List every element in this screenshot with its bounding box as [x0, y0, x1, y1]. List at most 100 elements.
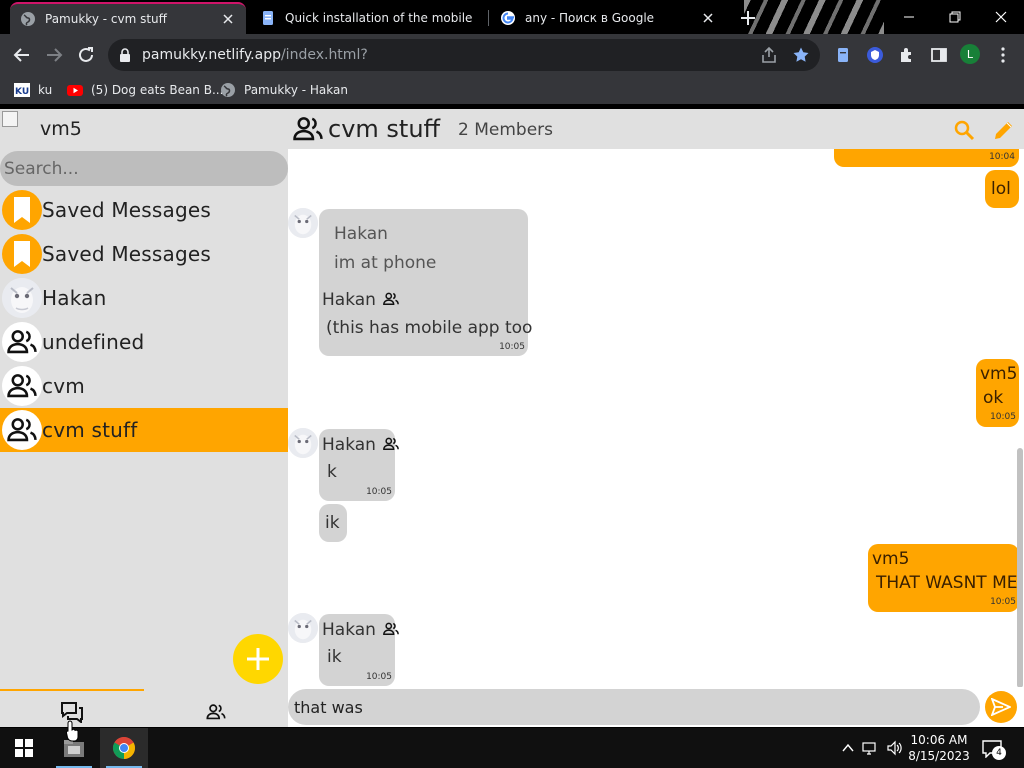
network-icon[interactable]: [862, 740, 878, 756]
close-tab-icon[interactable]: [700, 10, 716, 26]
browser-tab-pamukky[interactable]: Pamukky - cvm stuff: [10, 2, 246, 34]
bookmark-star-icon[interactable]: [792, 46, 810, 64]
restore-button[interactable]: [932, 4, 978, 30]
url-host: pamukky.netlify.app: [142, 47, 281, 63]
extension-doc-icon[interactable]: [834, 46, 852, 64]
chat-item-name: undefined: [42, 330, 145, 354]
address-bar[interactable]: pamukky.netlify.app/index.html?: [108, 39, 820, 71]
message-bubble-outgoing[interactable]: lol: [985, 170, 1019, 208]
tab-title: any - Поиск в Google: [525, 11, 655, 25]
profile-avatar[interactable]: L: [960, 44, 980, 64]
start-button[interactable]: [0, 728, 48, 768]
extension-shield-icon[interactable]: [866, 46, 884, 64]
reload-button[interactable]: [74, 43, 98, 67]
globe-icon: [220, 82, 236, 98]
chat-item-cvm[interactable]: cvm: [0, 364, 288, 408]
message-time: 10:04: [989, 152, 1015, 162]
message-bubble-outgoing[interactable]: vm5 ok 10:05: [976, 359, 1019, 427]
message-bubble-outgoing[interactable]: vm5 THAT WASNT ME 10:05: [868, 544, 1019, 612]
sidebar: vm5 Saved Messages Saved Messages Hakan: [0, 109, 288, 727]
chat-item-name: Saved Messages: [42, 198, 212, 222]
minimize-button[interactable]: [886, 4, 932, 30]
message-time: 10:05: [990, 597, 1016, 607]
send-button[interactable]: [985, 691, 1017, 723]
back-button[interactable]: [10, 43, 34, 67]
browser-toolbar: pamukky.netlify.app/index.html? L: [0, 34, 1024, 76]
clock-date: 8/15/2023: [908, 749, 970, 763]
message-sender[interactable]: Hakan: [322, 620, 401, 640]
ku-icon: KU: [14, 82, 30, 98]
chat-item-hakan[interactable]: Hakan: [0, 276, 288, 320]
action-center-button[interactable]: 4: [982, 740, 1006, 760]
share-icon[interactable]: [760, 46, 778, 64]
broken-image-icon: [2, 111, 18, 127]
system-clock[interactable]: 10:06 AM 8/15/2023: [906, 732, 972, 764]
browser-tab-google-search[interactable]: any - Поиск в Google: [490, 2, 726, 34]
url-path: /index.html?: [280, 47, 368, 63]
search-icon[interactable]: [952, 118, 976, 142]
new-chat-button[interactable]: [233, 634, 283, 684]
user-avatar[interactable]: [288, 428, 318, 458]
message-input[interactable]: [288, 689, 980, 725]
mouse-cursor-icon: [66, 720, 80, 742]
sidebar-tabs: [0, 689, 288, 727]
clock-time: 10:06 AM: [910, 733, 968, 747]
extensions-puzzle-icon[interactable]: [898, 46, 916, 64]
notification-count-badge: 4: [992, 746, 1006, 760]
user-avatar[interactable]: [288, 613, 318, 643]
bookmark-label: ku: [38, 83, 53, 97]
close-window-button[interactable]: [978, 4, 1024, 30]
active-tab-indicator: [0, 689, 144, 691]
message-time: 10:05: [366, 672, 392, 682]
message-sender: vm5: [872, 549, 910, 569]
message-list[interactable]: 10:04 lol Hakan im at phone Hakan (this …: [288, 149, 1024, 687]
message-composer: [288, 687, 1024, 727]
forward-button[interactable]: [42, 43, 66, 67]
bookmarks-bar: KU ku (5) Dog eats Bean B... Pamukky - H…: [0, 76, 1024, 104]
message-bubble-incoming[interactable]: ik: [319, 504, 347, 542]
chat-item-name: cvm stuff: [42, 418, 138, 442]
side-panel-icon[interactable]: [930, 46, 948, 64]
chat-item-saved-messages[interactable]: Saved Messages: [0, 188, 288, 232]
volume-icon[interactable]: [886, 740, 902, 756]
quote-sender: Hakan: [334, 224, 388, 244]
message-scrollbar[interactable]: [1017, 448, 1023, 688]
bookmark-ku[interactable]: KU ku: [14, 81, 52, 99]
group-icon: [290, 112, 326, 146]
message-bubble-incoming[interactable]: Hakan ik 10:05: [319, 614, 400, 686]
docs-icon: [260, 10, 276, 26]
search-input[interactable]: [0, 151, 288, 186]
message-sender[interactable]: Hakan: [322, 435, 401, 455]
message-time: 10:05: [990, 412, 1016, 422]
sidebar-header: vm5: [0, 109, 288, 151]
windows-taskbar: 10:06 AM 8/15/2023 4: [0, 728, 1024, 768]
message-bubble-incoming[interactable]: Hakan k 10:05: [319, 429, 400, 501]
contacts-tab-icon[interactable]: [204, 701, 228, 723]
message-bubble-outgoing[interactable]: 10:04: [834, 149, 1019, 167]
browser-tab-strip: Pamukky - cvm stuff Quick installation o…: [0, 0, 1024, 34]
message-text: lol: [991, 179, 1011, 199]
members-count[interactable]: 2 Members: [458, 120, 553, 140]
chat-item-cvm-stuff[interactable]: cvm stuff: [0, 408, 288, 452]
chat-item-undefined[interactable]: undefined: [0, 320, 288, 364]
url-text: pamukky.netlify.app/index.html?: [142, 47, 368, 63]
new-tab-button[interactable]: [738, 8, 758, 28]
browser-tab-quick-installation[interactable]: Quick installation of the mobile s: [250, 2, 486, 34]
message-text: (this has mobile app too: [326, 318, 533, 338]
message-bubble-incoming[interactable]: Hakan im at phone Hakan (this has mobile…: [319, 209, 532, 356]
youtube-icon: [67, 82, 83, 98]
chat-item-saved-messages[interactable]: Saved Messages: [0, 232, 288, 276]
more-menu-icon[interactable]: [994, 46, 1012, 64]
edit-pencil-icon[interactable]: [992, 118, 1016, 142]
taskbar-app-chrome[interactable]: [100, 728, 148, 768]
close-tab-icon[interactable]: [220, 11, 236, 27]
bookmark-pamukky-hakan[interactable]: Pamukky - Hakan: [220, 81, 348, 99]
message-sender[interactable]: Hakan: [322, 290, 401, 310]
group-icon: [2, 322, 42, 362]
current-username: vm5: [40, 118, 82, 140]
chevron-up-icon[interactable]: [840, 740, 856, 756]
user-avatar[interactable]: [288, 208, 318, 238]
lock-icon[interactable]: [118, 47, 132, 63]
bookmark-icon: [2, 190, 42, 230]
bookmark-youtube[interactable]: (5) Dog eats Bean B...: [67, 81, 223, 99]
